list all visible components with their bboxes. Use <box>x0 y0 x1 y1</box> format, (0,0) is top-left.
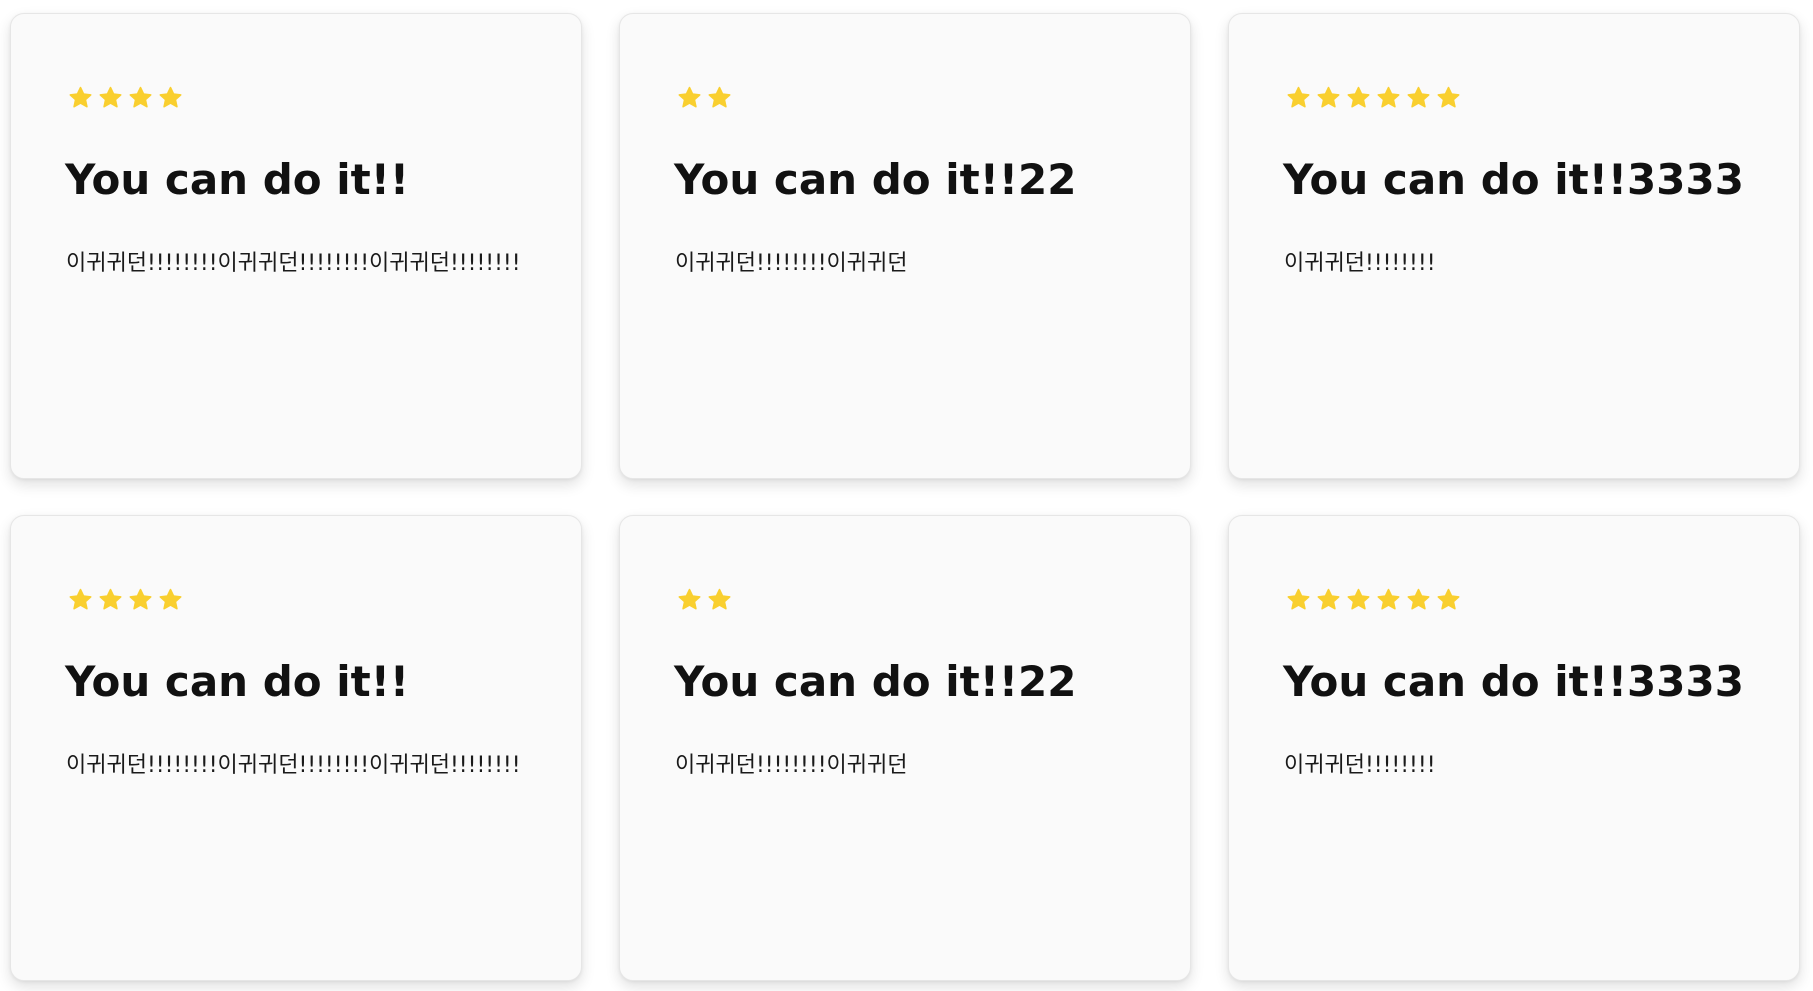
card-title: You can do it!!22 <box>674 155 1077 204</box>
card-title: You can do it!!3333 <box>1283 657 1744 706</box>
card-text: 이귀귀던!!!!!!!!이귀귀던 <box>675 753 908 778</box>
star-icon <box>159 588 182 610</box>
card-text: 이귀귀던!!!!!!!!이귀귀던!!!!!!!!이귀귀던!!!!!!!! <box>66 251 521 276</box>
star-icon <box>99 86 122 108</box>
star-icon <box>1287 588 1310 610</box>
review-card[interactable]: You can do it!!22 이귀귀던!!!!!!!!이귀귀던 <box>619 13 1191 479</box>
star-icon <box>1317 86 1340 108</box>
card-text: 이귀귀던!!!!!!!! <box>1284 753 1436 778</box>
star-icon <box>708 588 731 610</box>
star-icon <box>129 588 152 610</box>
star-icon <box>708 86 731 108</box>
review-card[interactable]: You can do it!!22 이귀귀던!!!!!!!!이귀귀던 <box>619 515 1191 981</box>
star-icon <box>678 588 701 610</box>
star-icon <box>1407 86 1430 108</box>
review-card[interactable]: You can do it!!3333 이귀귀던!!!!!!!! <box>1228 13 1800 479</box>
star-icon <box>69 588 92 610</box>
star-icon <box>99 588 122 610</box>
star-rating <box>1286 86 1461 110</box>
review-card[interactable]: You can do it!!3333 이귀귀던!!!!!!!! <box>1228 515 1800 981</box>
star-icon <box>1437 86 1460 108</box>
review-card[interactable]: You can do it!! 이귀귀던!!!!!!!!이귀귀던!!!!!!!!… <box>10 515 582 981</box>
star-icon <box>159 86 182 108</box>
star-icon <box>1317 588 1340 610</box>
star-icon <box>1347 588 1370 610</box>
card-title: You can do it!! <box>65 657 410 706</box>
star-rating <box>68 588 183 612</box>
review-card-grid: You can do it!! 이귀귀던!!!!!!!!이귀귀던!!!!!!!!… <box>0 0 1813 991</box>
card-text: 이귀귀던!!!!!!!! <box>1284 251 1436 276</box>
star-icon <box>1287 86 1310 108</box>
card-title: You can do it!!3333 <box>1283 155 1744 204</box>
star-icon <box>1377 588 1400 610</box>
star-icon <box>129 86 152 108</box>
card-text: 이귀귀던!!!!!!!!이귀귀던!!!!!!!!이귀귀던!!!!!!!! <box>66 753 521 778</box>
star-rating <box>68 86 183 110</box>
card-title: You can do it!! <box>65 155 410 204</box>
star-icon <box>1377 86 1400 108</box>
star-rating <box>677 86 732 110</box>
star-icon <box>69 86 92 108</box>
review-card[interactable]: You can do it!! 이귀귀던!!!!!!!!이귀귀던!!!!!!!!… <box>10 13 582 479</box>
star-icon <box>1347 86 1370 108</box>
star-icon <box>1437 588 1460 610</box>
card-text: 이귀귀던!!!!!!!!이귀귀던 <box>675 251 908 276</box>
star-icon <box>1407 588 1430 610</box>
star-icon <box>678 86 701 108</box>
star-rating <box>1286 588 1461 612</box>
star-rating <box>677 588 732 612</box>
card-title: You can do it!!22 <box>674 657 1077 706</box>
